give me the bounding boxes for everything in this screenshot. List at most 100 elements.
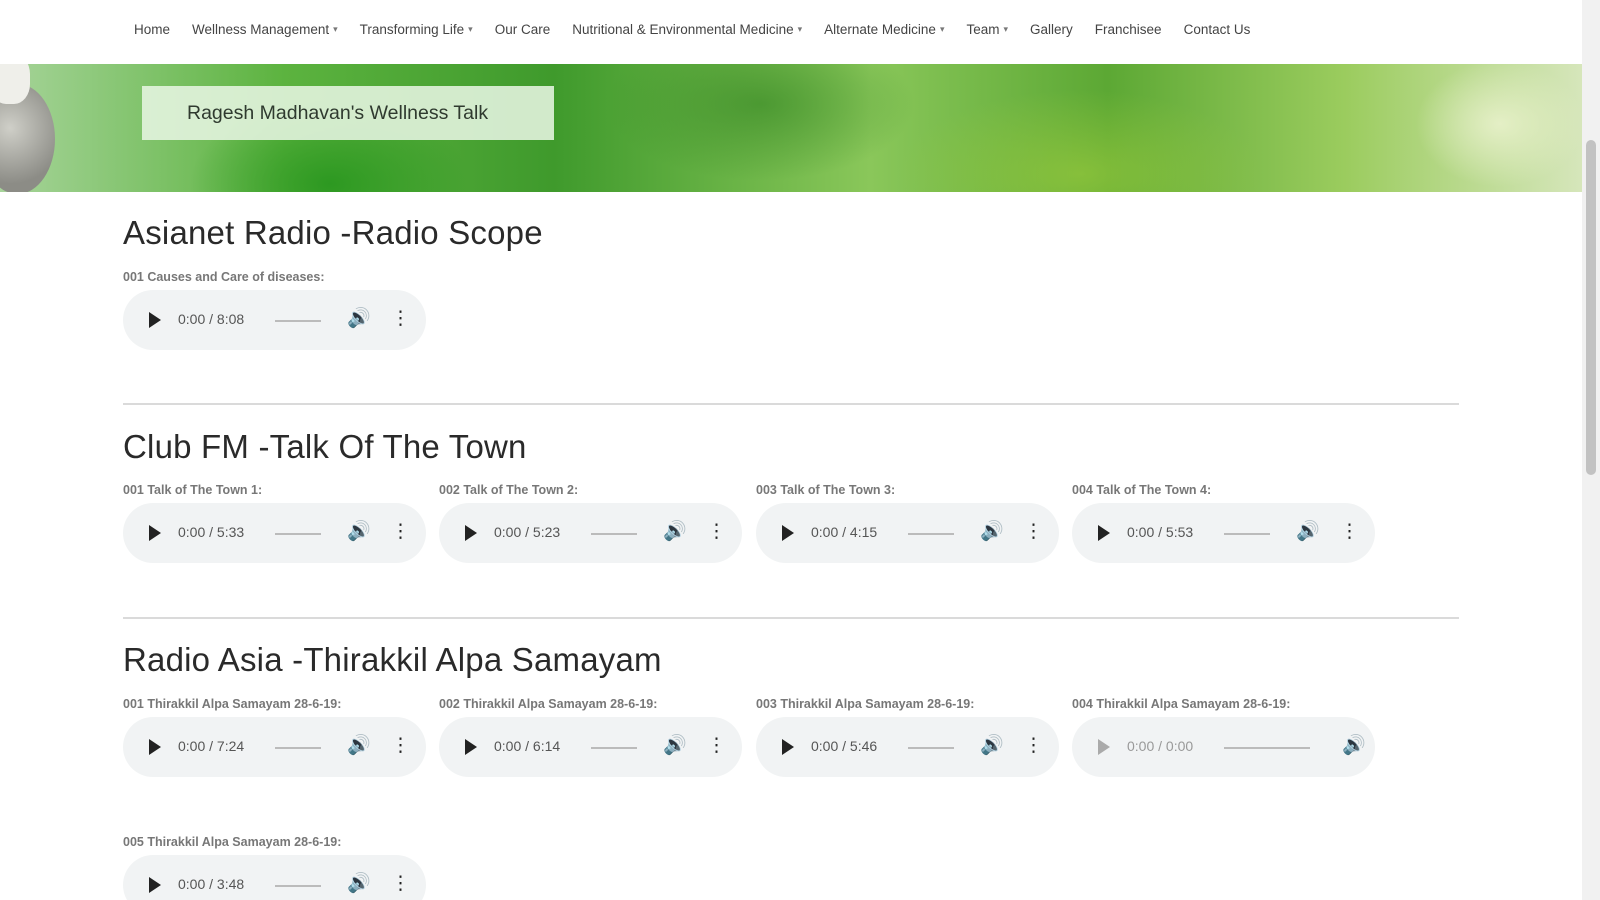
volume-icon[interactable]: 🔊	[980, 734, 1004, 758]
top-navigation: Home Wellness Management ▾ Transforming L…	[0, 0, 1582, 64]
play-icon[interactable]	[149, 877, 161, 893]
nav-item-label: Team	[966, 22, 1000, 37]
track-label: 001 Talk of The Town 1:	[123, 483, 263, 497]
nav-item-contact-us[interactable]: Contact Us	[1184, 22, 1251, 37]
nav-item-gallery[interactable]: Gallery	[1030, 22, 1073, 37]
play-icon[interactable]	[149, 312, 161, 328]
audio-player[interactable]: 0:00 / 4:15 🔊 ⋮	[756, 503, 1059, 563]
audio-player[interactable]: 0:00 / 5:46 🔊 ⋮	[756, 717, 1059, 777]
section-club-fm: Club FM -Talk Of The Town	[123, 428, 1459, 466]
nav-item-team[interactable]: Team ▾	[966, 22, 1008, 37]
nav-item-label: Alternate Medicine	[824, 22, 936, 37]
volume-icon[interactable]: 🔊	[1342, 734, 1366, 758]
volume-icon[interactable]: 🔊	[1296, 520, 1320, 544]
audio-track: 002 Thirakkil Alpa Samayam 28-6-19: 0:00…	[439, 697, 744, 777]
page-scrollbar[interactable]	[1582, 0, 1600, 900]
track-label: 001 Causes and Care of diseases:	[123, 270, 325, 284]
seek-slider[interactable]	[591, 747, 637, 749]
audio-player[interactable]: 0:00 / 6:14 🔊 ⋮	[439, 717, 742, 777]
section-title: Club FM -Talk Of The Town	[123, 428, 527, 465]
nav-item-label: Nutritional & Environmental Medicine	[572, 22, 794, 37]
audio-player[interactable]: 0:00 / 5:53 🔊 ⋮	[1072, 503, 1375, 563]
seek-slider[interactable]	[1224, 533, 1270, 535]
audio-player[interactable]: 0:00 / 0:00 🔊	[1072, 717, 1375, 777]
chevron-down-icon: ▾	[939, 24, 945, 34]
seek-slider[interactable]	[275, 885, 321, 887]
track-time: 0:00 / 5:33	[178, 524, 245, 540]
more-options-icon[interactable]: ⋮	[707, 734, 726, 758]
track-time: 0:00 / 5:23	[494, 524, 561, 540]
more-options-icon[interactable]: ⋮	[1024, 520, 1043, 544]
more-options-icon[interactable]: ⋮	[391, 520, 410, 544]
play-icon[interactable]	[465, 525, 477, 541]
track-time: 0:00 / 8:08	[178, 311, 245, 327]
nav-item-wellness-management[interactable]: Wellness Management ▾	[192, 22, 338, 37]
volume-icon[interactable]: 🔊	[663, 520, 687, 544]
volume-icon[interactable]: 🔊	[980, 520, 1004, 544]
nav-item-label: Franchisee	[1094, 22, 1162, 37]
more-options-icon[interactable]: ⋮	[391, 734, 410, 758]
track-time: 0:00 / 3:48	[178, 876, 245, 892]
seek-slider[interactable]	[275, 747, 321, 749]
play-icon[interactable]	[149, 739, 161, 755]
section-asianet-radio: Asianet Radio -Radio Scope	[123, 214, 1459, 252]
audio-player[interactable]: 0:00 / 5:23 🔊 ⋮	[439, 503, 742, 563]
audio-player[interactable]: 0:00 / 8:08 🔊 ⋮	[123, 290, 426, 350]
audio-track: 001 Thirakkil Alpa Samayam 28-6-19: 0:00…	[123, 697, 428, 777]
track-time: 0:00 / 4:15	[811, 524, 878, 540]
play-icon[interactable]	[782, 739, 794, 755]
seek-slider[interactable]	[275, 533, 321, 535]
seek-slider[interactable]	[275, 320, 321, 322]
nav-item-label: Home	[134, 22, 171, 37]
track-label: 003 Thirakkil Alpa Samayam 28-6-19:	[756, 697, 975, 711]
track-time: 0:00 / 6:14	[494, 738, 561, 754]
scrollbar-thumb[interactable]	[1586, 140, 1596, 475]
more-options-icon[interactable]: ⋮	[1340, 520, 1359, 544]
track-label: 005 Thirakkil Alpa Samayam 28-6-19:	[123, 835, 342, 849]
audio-player[interactable]: 0:00 / 3:48 🔊 ⋮	[123, 855, 426, 900]
track-label: 002 Talk of The Town 2:	[439, 483, 579, 497]
volume-icon[interactable]: 🔊	[347, 307, 371, 331]
nav-item-nutritional-environmental-medicine[interactable]: Nutritional & Environmental Medicine ▾	[572, 22, 802, 37]
play-icon[interactable]	[465, 739, 477, 755]
play-icon[interactable]	[149, 525, 161, 541]
nav-item-label: Gallery	[1030, 22, 1073, 37]
more-options-icon[interactable]: ⋮	[707, 520, 726, 544]
play-icon[interactable]	[1098, 525, 1110, 541]
seek-slider[interactable]	[908, 533, 954, 535]
volume-icon[interactable]: 🔊	[663, 734, 687, 758]
chevron-down-icon: ▾	[1003, 24, 1009, 34]
nav-item-alternate-medicine[interactable]: Alternate Medicine ▾	[824, 22, 944, 37]
audio-track: 001 Talk of The Town 1: 0:00 / 5:33 🔊 ⋮	[123, 483, 428, 563]
seek-slider[interactable]	[908, 747, 954, 749]
chevron-down-icon: ▾	[468, 24, 473, 34]
nav-item-transforming-life[interactable]: Transforming Life ▾	[360, 22, 473, 37]
more-options-icon[interactable]: ⋮	[391, 307, 410, 331]
more-options-icon[interactable]: ⋮	[1024, 734, 1043, 758]
section-radio-asia: Radio Asia -Thirakkil Alpa Samayam	[123, 641, 1459, 679]
nav-menu: Home Wellness Management ▾ Transforming L…	[134, 22, 1272, 37]
track-label: 002 Thirakkil Alpa Samayam 28-6-19:	[439, 697, 658, 711]
nav-item-franchisee[interactable]: Franchisee	[1095, 22, 1162, 37]
section-title: Asianet Radio -Radio Scope	[123, 214, 543, 251]
volume-icon[interactable]: 🔊	[347, 872, 371, 896]
seek-slider[interactable]	[1224, 747, 1310, 749]
section-divider	[123, 403, 1459, 405]
play-icon[interactable]	[1098, 739, 1110, 755]
play-icon[interactable]	[782, 525, 794, 541]
nav-item-our-care[interactable]: Our Care	[495, 22, 551, 37]
audio-track: 003 Talk of The Town 3: 0:00 / 4:15 🔊 ⋮	[756, 483, 1061, 563]
nav-item-label: Wellness Management	[192, 22, 330, 37]
audio-track: 004 Talk of The Town 4: 0:00 / 5:53 🔊 ⋮	[1072, 483, 1377, 563]
track-time: 0:00 / 5:53	[1127, 524, 1194, 540]
track-label: 003 Talk of The Town 3:	[756, 483, 896, 497]
track-time: 0:00 / 7:24	[178, 738, 245, 754]
seek-slider[interactable]	[591, 533, 637, 535]
more-options-icon[interactable]: ⋮	[391, 872, 410, 896]
volume-icon[interactable]: 🔊	[347, 734, 371, 758]
nav-item-home[interactable]: Home	[134, 22, 170, 37]
volume-icon[interactable]: 🔊	[347, 520, 371, 544]
audio-player[interactable]: 0:00 / 5:33 🔊 ⋮	[123, 503, 426, 563]
audio-track: 003 Thirakkil Alpa Samayam 28-6-19: 0:00…	[756, 697, 1061, 777]
audio-player[interactable]: 0:00 / 7:24 🔊 ⋮	[123, 717, 426, 777]
